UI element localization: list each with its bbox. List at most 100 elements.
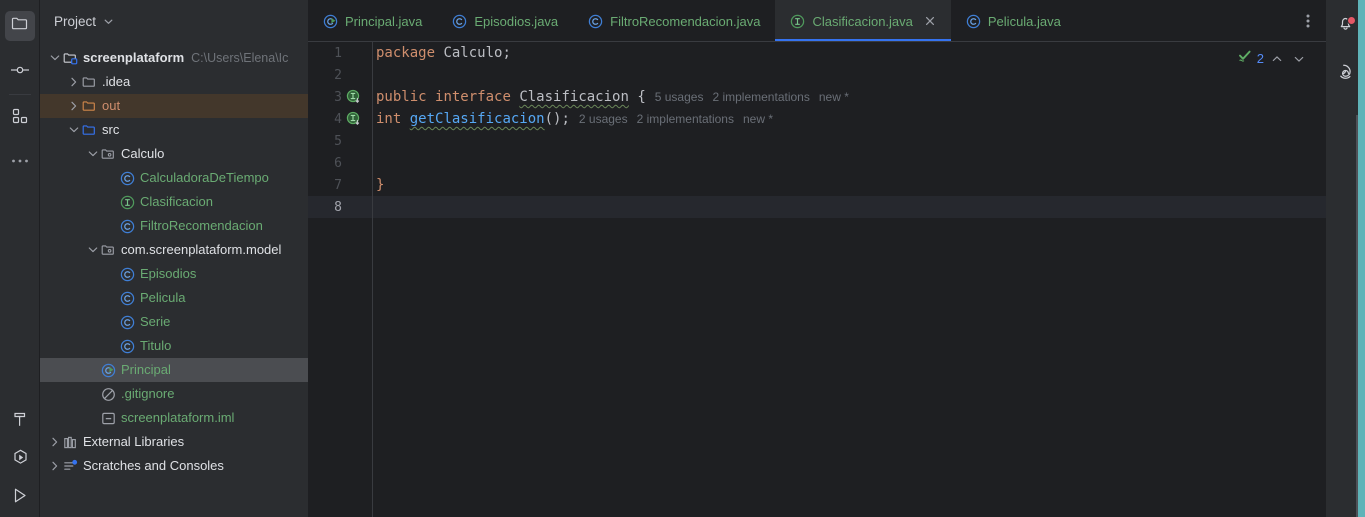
editor-gutter[interactable]: 1: [308, 42, 372, 64]
editor-gutter[interactable]: 7: [308, 174, 372, 196]
editor-tab-filtrorecomendacion-java[interactable]: FiltroRecomendacion.java: [573, 0, 775, 42]
chevron-right-icon[interactable]: [48, 460, 62, 472]
editor-tab-episodios-java[interactable]: Episodios.java: [437, 0, 573, 42]
activity-bar-bottom-group: [0, 399, 40, 513]
inlay-hint[interactable]: 2 usages: [579, 112, 628, 126]
tree-node-screenplataform[interactable]: screenplataform C:\Users\Elena\Ic: [40, 46, 308, 70]
inspection-widget[interactable]: 2: [1237, 48, 1308, 69]
tree-node--idea[interactable]: .idea: [40, 70, 308, 94]
inspection-ok-icon[interactable]: [1237, 48, 1253, 69]
chevron-down-icon[interactable]: [1290, 53, 1308, 65]
chevron-down-icon[interactable]: [103, 16, 114, 27]
ide-window: Project screenplataform C:\Users\Elena\Ic…: [0, 0, 1365, 517]
code-editor[interactable]: 1 package Calculo; 2 3 public interface Clas…: [308, 42, 1326, 517]
tree-node-calculadoradetiempo[interactable]: CalculadoraDeTiempo: [40, 166, 308, 190]
tree-node-scratches-and-consoles[interactable]: Scratches and Consoles: [40, 454, 308, 478]
tree-node-principal[interactable]: Principal: [40, 358, 308, 382]
code-line[interactable]: 2: [308, 64, 1326, 86]
more-ellipsis-icon: [11, 151, 29, 169]
inlay-hint[interactable]: 2 implementations: [712, 90, 809, 104]
implemented-interface-icon[interactable]: [346, 89, 362, 105]
editor-gutter[interactable]: 8: [308, 196, 372, 218]
implemented-interface-icon: [346, 111, 362, 127]
editor-tab-clasificacion-java[interactable]: Clasificacion.java: [775, 0, 951, 42]
sidebar-item-more[interactable]: [5, 145, 35, 175]
tree-node-calculo[interactable]: Calculo: [40, 142, 308, 166]
tree-node-titulo[interactable]: Titulo: [40, 334, 308, 358]
tree-node-label: Serie: [140, 314, 171, 329]
kebab-menu-icon[interactable]: [1290, 0, 1326, 42]
editor-tab-bar: Principal.java Episodios.java FiltroRecome…: [308, 0, 1326, 42]
chevron-right-icon[interactable]: [67, 100, 81, 112]
class-icon: [452, 14, 467, 29]
tree-node-serie[interactable]: Serie: [40, 310, 308, 334]
code-line-content[interactable]: public interface Clasificacion {5 usages…: [372, 86, 849, 108]
tree-node-screenplataform-iml[interactable]: screenplataform.iml: [40, 406, 308, 430]
editor-gutter[interactable]: 3: [308, 86, 372, 108]
tree-node-episodios[interactable]: Episodios: [40, 262, 308, 286]
inlay-hint[interactable]: new *: [819, 90, 849, 104]
tree-node-pelicula[interactable]: Pelicula: [40, 286, 308, 310]
sidebar-item-build[interactable]: [5, 407, 35, 437]
ai-assistant-button[interactable]: [1331, 61, 1361, 91]
sidebar-item-services[interactable]: [5, 445, 35, 475]
chevron-up-icon[interactable]: [1268, 53, 1286, 65]
tree-node--gitignore[interactable]: .gitignore: [40, 382, 308, 406]
chevron-right-icon[interactable]: [67, 76, 81, 88]
class-icon: [120, 267, 135, 282]
class-icon: [119, 267, 136, 282]
implemented-interface-icon: [346, 89, 362, 105]
chevron-down-icon[interactable]: [67, 124, 81, 136]
code-line[interactable]: 1 package Calculo;: [308, 42, 1326, 64]
runnable-class-icon: [323, 14, 338, 29]
tree-node-filtrorecomendacion[interactable]: FiltroRecomendacion: [40, 214, 308, 238]
inlay-hint[interactable]: 2 implementations: [637, 112, 734, 126]
close-icon[interactable]: [924, 15, 936, 27]
chevron-right-icon[interactable]: [48, 436, 62, 448]
code-line[interactable]: 3 public interface Clasificacion {5 usage…: [308, 86, 1326, 108]
code-line[interactable]: 8: [308, 196, 1326, 218]
code-line-content[interactable]: int getClasificacion(); 2 usages 2 impleme…: [372, 108, 773, 130]
folder-icon: [11, 15, 28, 37]
sidebar-item-structure[interactable]: [5, 103, 35, 133]
editor-gutter[interactable]: 5: [308, 130, 372, 152]
chevron-down-icon[interactable]: [86, 148, 100, 160]
tree-node-external-libraries[interactable]: External Libraries: [40, 430, 308, 454]
tree-node-com-screenplataform-model[interactable]: com.screenplataform.model: [40, 238, 308, 262]
tree-node-src[interactable]: src: [40, 118, 308, 142]
code-line[interactable]: 7}: [308, 174, 1326, 196]
editor-gutter[interactable]: 4: [308, 108, 372, 130]
line-number: 3: [334, 89, 342, 105]
tree-node-label: com.screenplataform.model: [121, 242, 282, 257]
class-icon: [588, 14, 603, 29]
code-line[interactable]: 4 int getClasificacion(); 2 usages 2 implem…: [308, 108, 1326, 130]
implemented-interface-icon[interactable]: [346, 111, 362, 127]
editor-tab-pelicula-java[interactable]: Pelicula.java: [951, 0, 1076, 42]
code-line-content[interactable]: }: [372, 174, 384, 196]
code-line-content[interactable]: package Calculo;: [372, 42, 511, 64]
project-panel-header[interactable]: Project: [40, 0, 308, 42]
inlay-hint[interactable]: 5 usages: [655, 90, 704, 104]
sidebar-item-run[interactable]: [5, 483, 35, 513]
chevron-down-icon[interactable]: [86, 244, 100, 256]
code-line[interactable]: 6: [308, 152, 1326, 174]
editor-tab-principal-java[interactable]: Principal.java: [308, 0, 437, 42]
chevron-right-icon: [49, 460, 61, 472]
module-folder-icon: [63, 51, 78, 66]
code-line[interactable]: 5: [308, 130, 1326, 152]
editor-gutter[interactable]: 6: [308, 152, 372, 174]
tree-node-out[interactable]: out: [40, 94, 308, 118]
tree-node-clasificacion[interactable]: Clasificacion: [40, 190, 308, 214]
sidebar-item-commit[interactable]: [5, 57, 35, 87]
inlay-hint[interactable]: new *: [743, 112, 773, 126]
sidebar-item-project[interactable]: [4, 11, 35, 41]
chevron-down-icon: [68, 124, 80, 136]
code-token: }: [376, 177, 385, 193]
chevron-down-icon[interactable]: [48, 52, 62, 64]
class-icon: [119, 339, 136, 354]
line-number: 5: [334, 133, 342, 149]
notifications-button[interactable]: [1331, 11, 1361, 41]
editor-gutter[interactable]: 2: [308, 64, 372, 86]
package-icon: [100, 147, 117, 162]
